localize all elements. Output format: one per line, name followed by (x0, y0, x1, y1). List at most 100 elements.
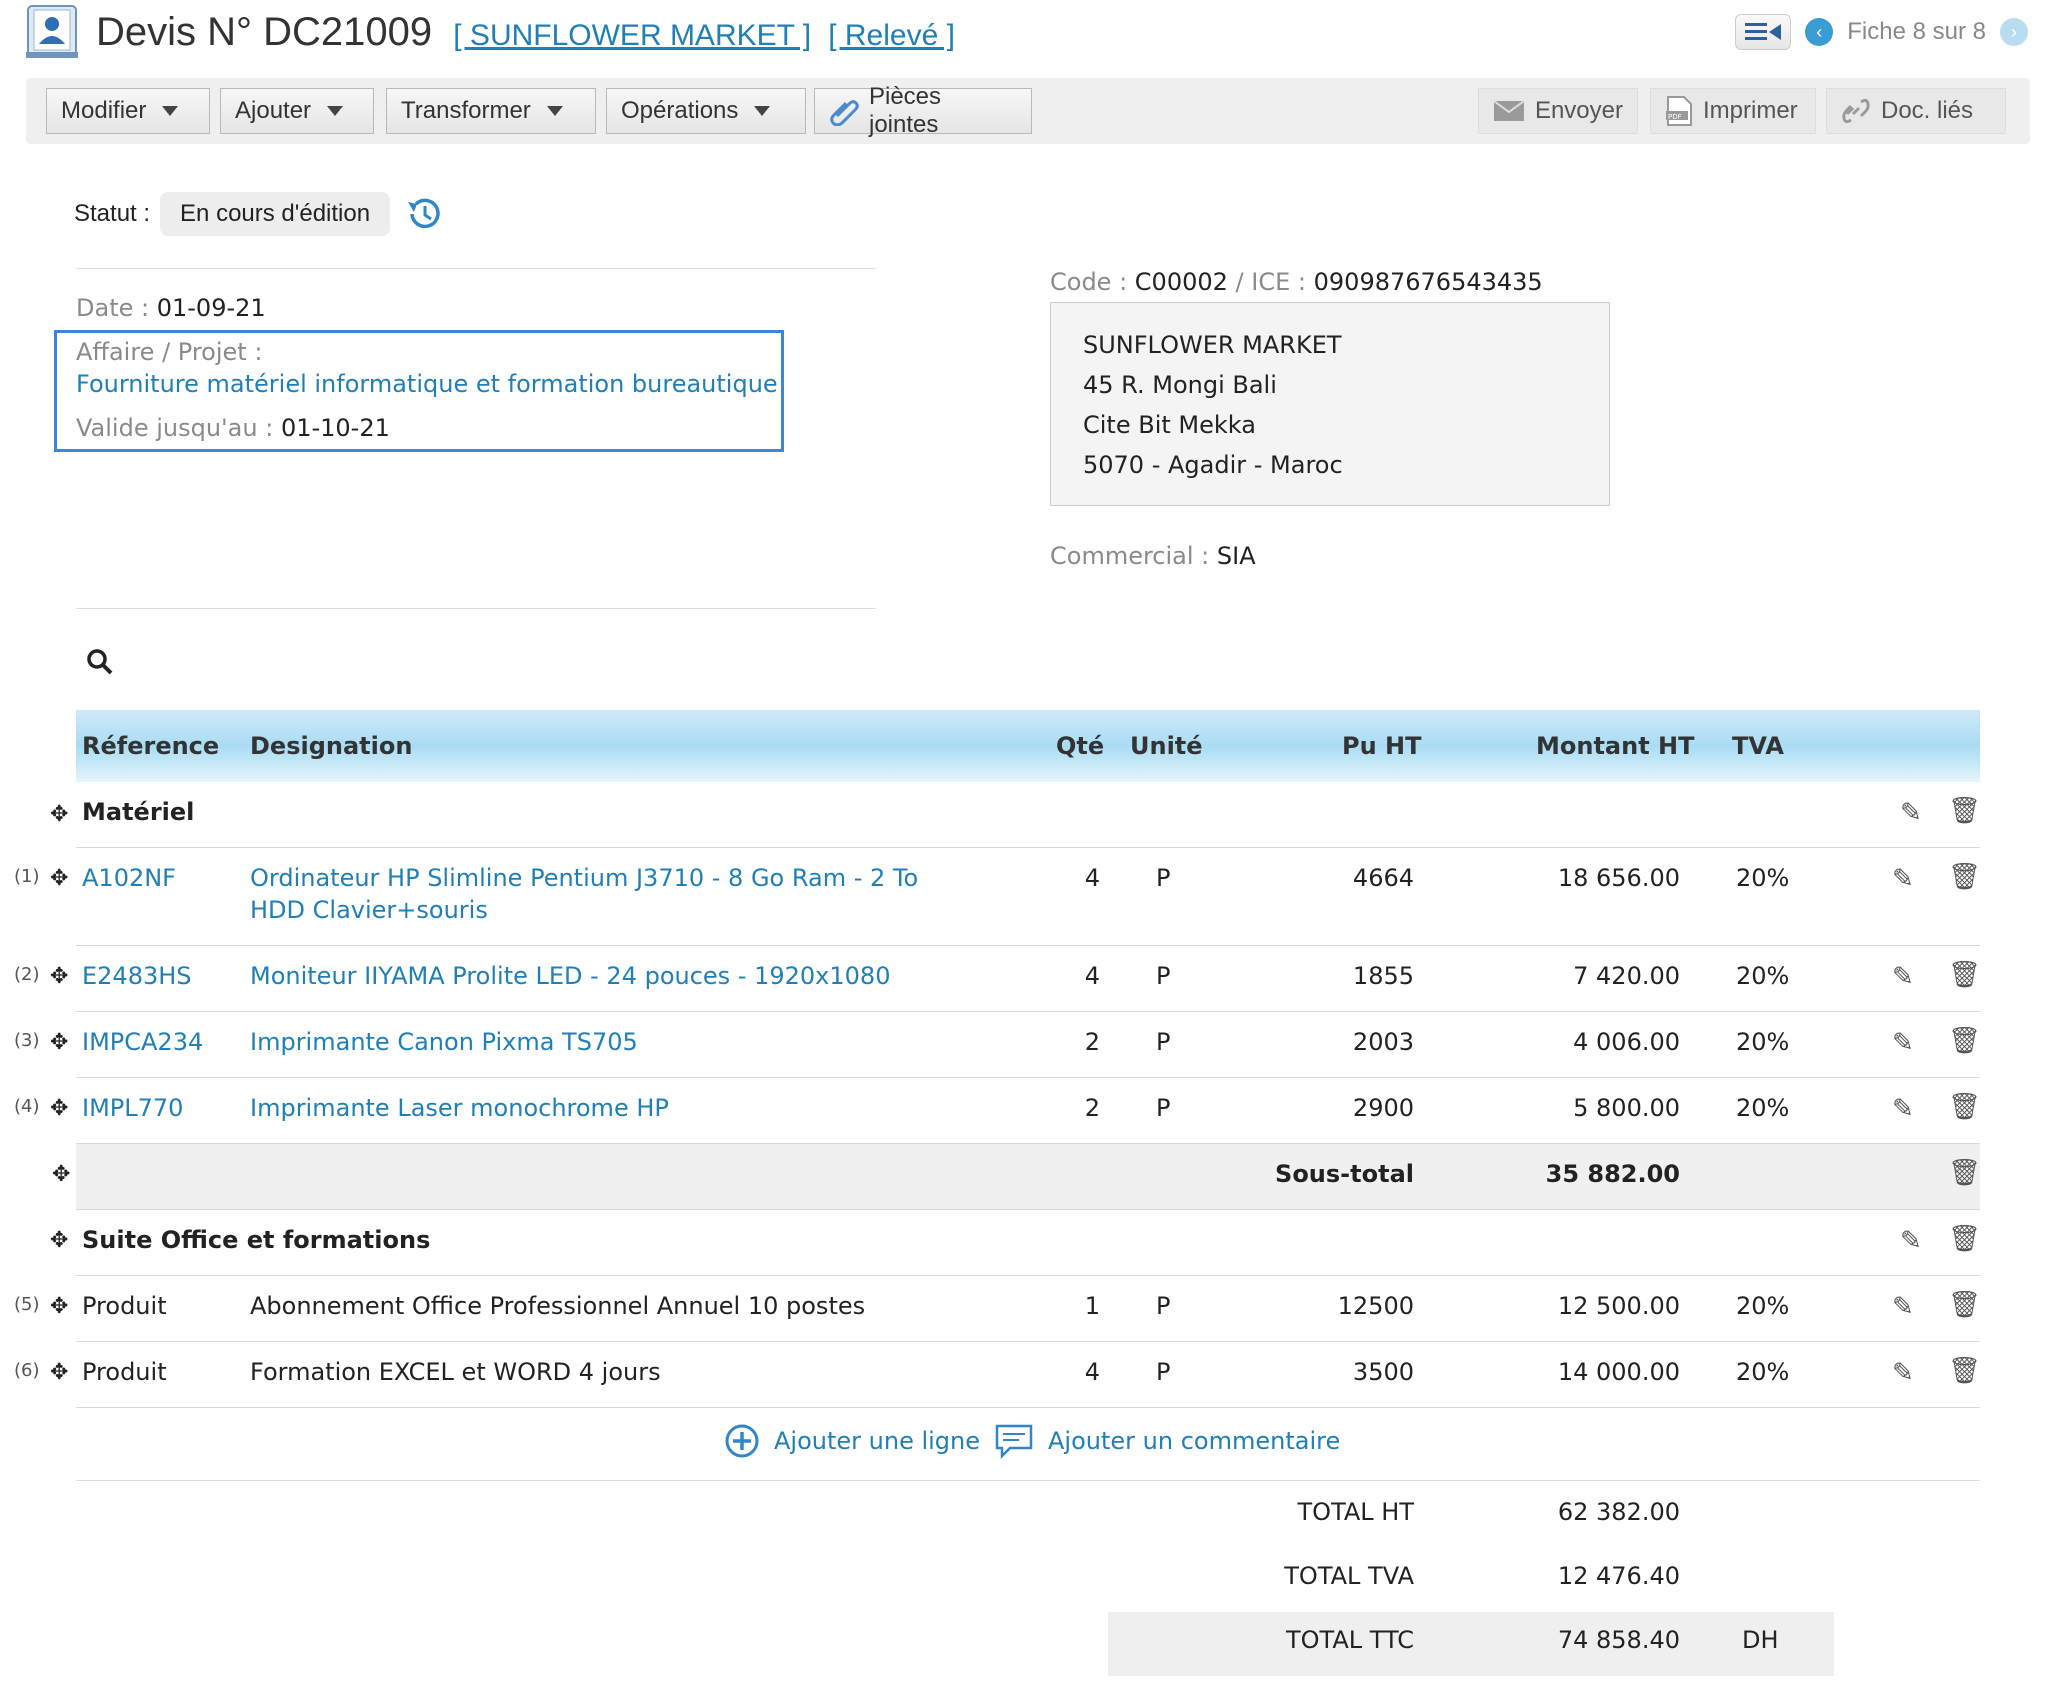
col-reference[interactable]: Réference (82, 732, 219, 760)
add-circle-icon[interactable] (724, 1423, 760, 1459)
list-view-button[interactable] (1735, 14, 1792, 50)
project-value[interactable]: Fourniture matériel informatique et form… (76, 370, 778, 398)
attachments-button[interactable]: Pièces jointes (814, 83, 1032, 138)
edit-icon[interactable]: ✎ (1892, 1094, 1914, 1124)
drag-handle-icon[interactable]: ✥ (50, 1030, 68, 1055)
row-designation[interactable]: Moniteur IIYAMA Prolite LED - 24 pouces … (250, 962, 890, 990)
subtotal-label: Sous-total (1275, 1160, 1414, 1188)
project-label: Affaire / Projet : (76, 338, 262, 366)
col-pu-ht[interactable]: Pu HT (1342, 732, 1422, 760)
subtotal-row: ✥ Sous-total 35 882.00 🗑 (52, 1144, 1981, 1210)
col-qty[interactable]: Qté (1056, 732, 1104, 760)
dropdown-caret-icon (327, 106, 344, 116)
delete-icon[interactable]: 🗑 (1948, 796, 1981, 826)
send-button[interactable]: Envoyer (1478, 88, 1638, 134)
list-back-icon (1745, 23, 1782, 40)
col-unit[interactable]: Unité (1130, 732, 1203, 760)
operations-button[interactable]: Opérations (606, 88, 806, 134)
delete-icon[interactable]: 🗑 (1948, 960, 1981, 990)
row-number: (4) (14, 1096, 40, 1117)
col-amount-ht[interactable]: Montant HT (1536, 732, 1695, 760)
modify-button[interactable]: Modifier (46, 88, 210, 134)
edit-icon[interactable]: ✎ (1900, 1226, 1922, 1256)
row-reference[interactable]: IMPL770 (82, 1094, 183, 1122)
drag-handle-icon[interactable]: ✥ (50, 1228, 68, 1253)
status-badge: En cours d'édition (160, 192, 391, 236)
edit-icon[interactable]: ✎ (1892, 1028, 1914, 1058)
add-comment-link[interactable]: Ajouter un commentaire (1048, 1427, 1340, 1455)
total-tva-value: 12 476.40 (1557, 1562, 1680, 1590)
quote-document-icon (26, 4, 78, 60)
drag-handle-icon[interactable]: ✥ (50, 964, 68, 989)
drag-handle-icon[interactable]: ✥ (50, 1360, 68, 1385)
subtotal-value: 35 882.00 (1545, 1160, 1680, 1188)
row-unit: P (1156, 864, 1171, 892)
row-designation[interactable]: Imprimante Laser monochrome HP (250, 1094, 669, 1122)
row-reference: Produit (82, 1292, 167, 1320)
row-number: (2) (14, 964, 40, 985)
delete-icon[interactable]: 🗑 (1948, 1158, 1981, 1188)
drag-handle-icon[interactable]: ✥ (50, 1294, 68, 1319)
row-tva: 20% (1736, 1094, 1790, 1122)
action-toolbar: Modifier Ajouter Transformer Opérations … (26, 78, 2030, 144)
modify-label: Modifier (61, 97, 147, 124)
print-button[interactable]: PDF Imprimer (1650, 88, 1816, 134)
delete-icon[interactable]: 🗑 (1948, 1092, 1981, 1122)
dropdown-caret-icon (162, 106, 179, 116)
row-reference[interactable]: E2483HS (82, 962, 192, 990)
delete-icon[interactable]: 🗑 (1948, 1290, 1981, 1320)
group-title: Matériel (82, 798, 195, 826)
row-reference[interactable]: A102NF (82, 864, 176, 892)
col-tva[interactable]: TVA (1732, 732, 1784, 760)
edit-icon[interactable]: ✎ (1892, 1358, 1914, 1388)
drag-handle-icon[interactable]: ✥ (50, 1096, 68, 1121)
linked-docs-button[interactable]: Doc. liés (1826, 88, 2006, 134)
row-tva: 20% (1736, 962, 1790, 990)
code-label: Code : (1050, 268, 1128, 296)
svg-text:PDF: PDF (1668, 113, 1682, 121)
row-pu: 2900 (1352, 1094, 1414, 1122)
statement-link[interactable]: [ Relevé ] (828, 19, 955, 52)
row-designation[interactable]: Imprimante Canon Pixma TS705 (250, 1028, 638, 1056)
col-designation[interactable]: Designation (250, 732, 412, 760)
row-tva: 20% (1736, 1292, 1790, 1320)
drag-handle-icon[interactable]: ✥ (50, 802, 68, 827)
transform-label: Transformer (401, 97, 531, 124)
history-icon[interactable] (402, 192, 446, 236)
row-amount: 18 656.00 (1557, 864, 1680, 892)
row-amount: 5 800.00 (1573, 1094, 1680, 1122)
valid-until-field: Valide jusqu'au : 01-10-21 (76, 414, 390, 442)
delete-icon[interactable]: 🗑 (1948, 1356, 1981, 1386)
row-unit: P (1156, 1094, 1171, 1122)
edit-icon[interactable]: ✎ (1900, 798, 1922, 828)
comment-icon[interactable] (994, 1422, 1034, 1460)
drag-handle-icon[interactable]: ✥ (50, 866, 68, 891)
edit-icon[interactable]: ✎ (1892, 864, 1914, 894)
delete-icon[interactable]: 🗑 (1948, 862, 1981, 892)
transform-button[interactable]: Transformer (386, 88, 596, 134)
edit-icon[interactable]: ✎ (1892, 1292, 1914, 1322)
row-reference: Produit (82, 1358, 167, 1386)
next-record-icon[interactable]: › (2000, 18, 2028, 46)
operations-label: Opérations (621, 97, 739, 124)
customer-link[interactable]: [ SUNFLOWER MARKET ] (453, 19, 811, 52)
edit-icon[interactable]: ✎ (1892, 962, 1914, 992)
search-icon[interactable] (86, 648, 114, 676)
quote-title: Devis N° DC21009 (96, 10, 433, 54)
attachments-label: Pièces jointes (868, 83, 942, 138)
customer-address-box: SUNFLOWER MARKET 45 R. Mongi Bali Cite B… (1050, 302, 1610, 506)
dropdown-caret-icon (754, 106, 771, 116)
commercial-field: Commercial : SIA (1050, 542, 1256, 570)
page-header: Devis N° DC21009 [ SUNFLOWER MARKET ] [ … (0, 0, 2046, 72)
row-designation-cont[interactable]: HDD Clavier+souris (250, 896, 488, 924)
drag-handle-icon[interactable]: ✥ (52, 1162, 70, 1187)
row-designation: Abonnement Office Professionnel Annuel 1… (250, 1292, 866, 1320)
delete-icon[interactable]: 🗑 (1948, 1224, 1981, 1254)
previous-record-icon[interactable]: ‹ (1805, 18, 1834, 46)
row-designation[interactable]: Ordinateur HP Slimline Pentium J3710 - 8… (250, 864, 918, 892)
add-button[interactable]: Ajouter (220, 88, 374, 134)
divider (76, 1480, 1980, 1481)
row-reference[interactable]: IMPCA234 (82, 1028, 203, 1056)
add-line-link[interactable]: Ajouter une ligne (774, 1427, 980, 1455)
delete-icon[interactable]: 🗑 (1948, 1026, 1981, 1056)
